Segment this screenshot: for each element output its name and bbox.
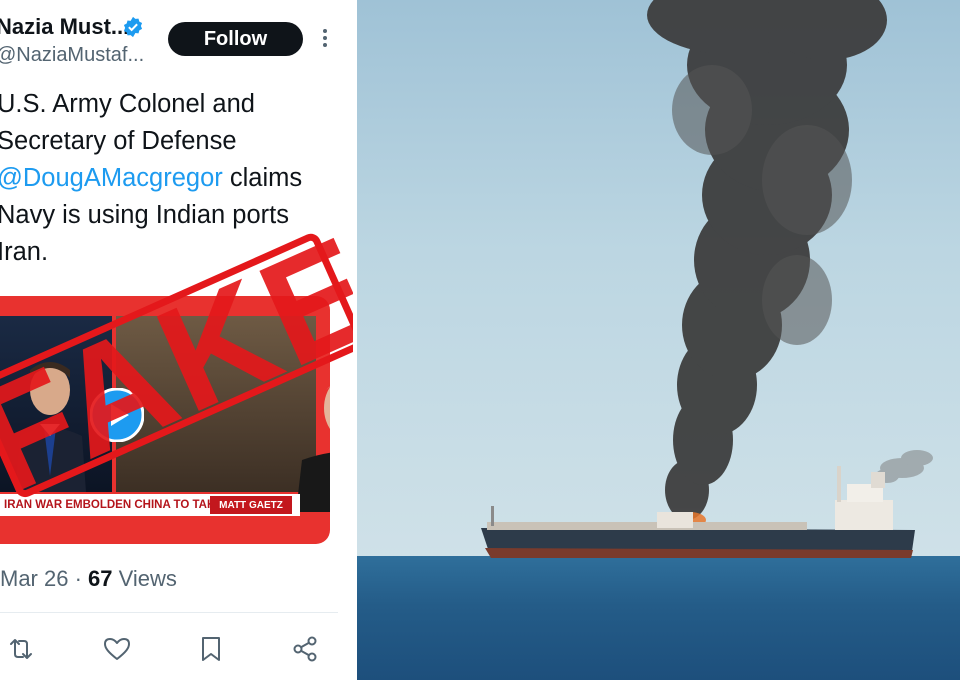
tweet-text-segment: claims bbox=[229, 164, 303, 192]
author-name[interactable]: Nazia Must... bbox=[0, 14, 129, 40]
verified-badge-icon bbox=[123, 16, 143, 38]
retweet-icon[interactable] bbox=[6, 634, 36, 664]
meta-separator: · bbox=[68, 566, 89, 591]
show-badge: MATT GAETZ bbox=[210, 496, 292, 514]
share-icon[interactable] bbox=[290, 634, 320, 664]
tweet-date[interactable]: Mar 26 bbox=[0, 566, 68, 591]
heart-icon[interactable] bbox=[102, 634, 132, 664]
tweet-card: Nazia Must... @NaziaMustaf... Follow U.S… bbox=[0, 0, 353, 680]
mention-link[interactable]: @DougAMacgregor bbox=[0, 164, 223, 192]
views-label: Views bbox=[112, 566, 177, 591]
tweet-text-line: @DougAMacgregor claims bbox=[0, 160, 347, 197]
views-count: 67 bbox=[88, 566, 113, 591]
bookmark-icon[interactable] bbox=[196, 634, 226, 664]
sea-background bbox=[357, 556, 960, 680]
burning-ship-photo bbox=[357, 0, 960, 680]
more-options-icon[interactable] bbox=[318, 26, 332, 50]
tweet-text-line: Secretary of Defense bbox=[0, 127, 237, 155]
follow-button[interactable]: Follow bbox=[168, 22, 303, 56]
author-handle[interactable]: @NaziaMustaf... bbox=[0, 44, 144, 67]
divider-line bbox=[0, 612, 338, 613]
tweet-meta: Mar 26 · 67 Views bbox=[0, 566, 177, 592]
tweet-text-line: U.S. Army Colonel and bbox=[0, 90, 255, 118]
tanker-ship-image bbox=[481, 466, 915, 558]
